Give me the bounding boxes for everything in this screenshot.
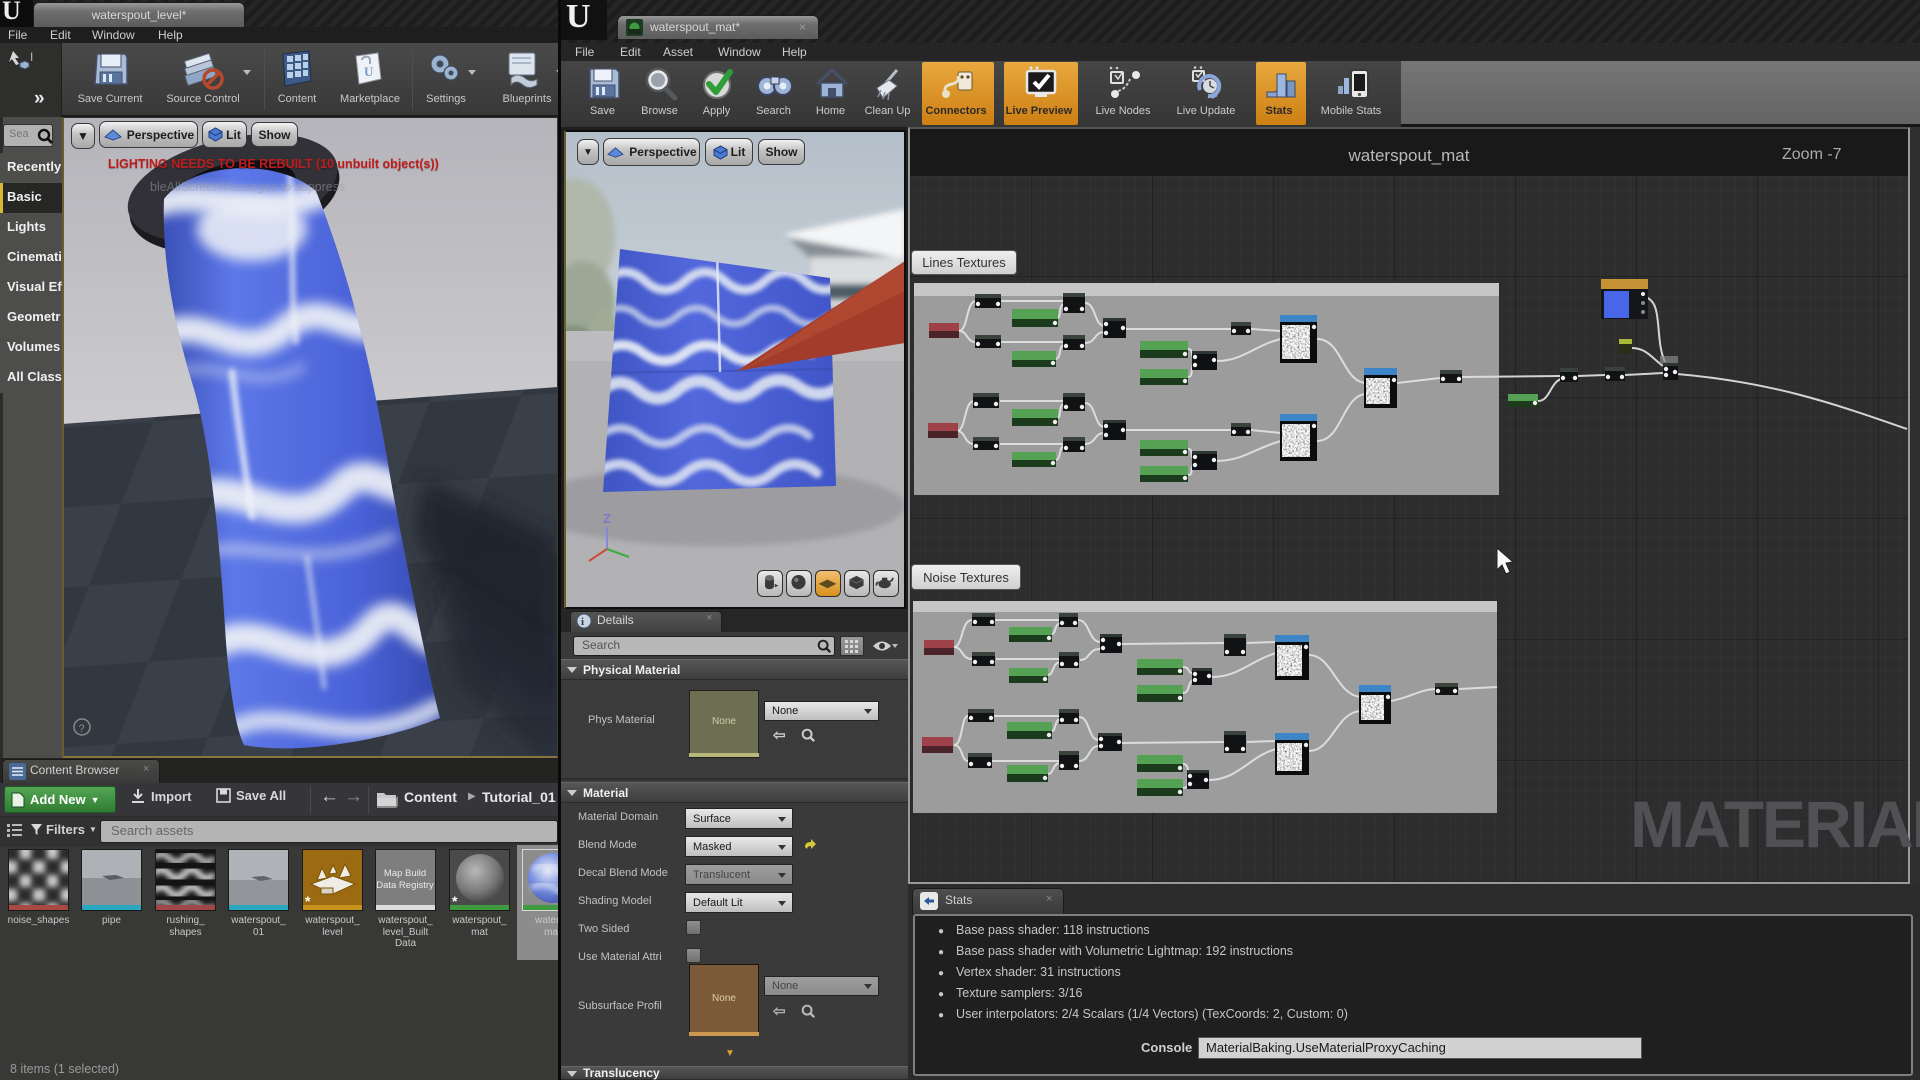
- svg-text:Data Registry: Data Registry: [376, 880, 434, 891]
- svg-text:Map Build: Map Build: [384, 868, 426, 879]
- svg-text:i: i: [581, 616, 584, 628]
- svg-text:Z: Z: [603, 511, 611, 526]
- svg-text:?: ?: [79, 723, 85, 735]
- svg-text:U: U: [364, 64, 374, 79]
